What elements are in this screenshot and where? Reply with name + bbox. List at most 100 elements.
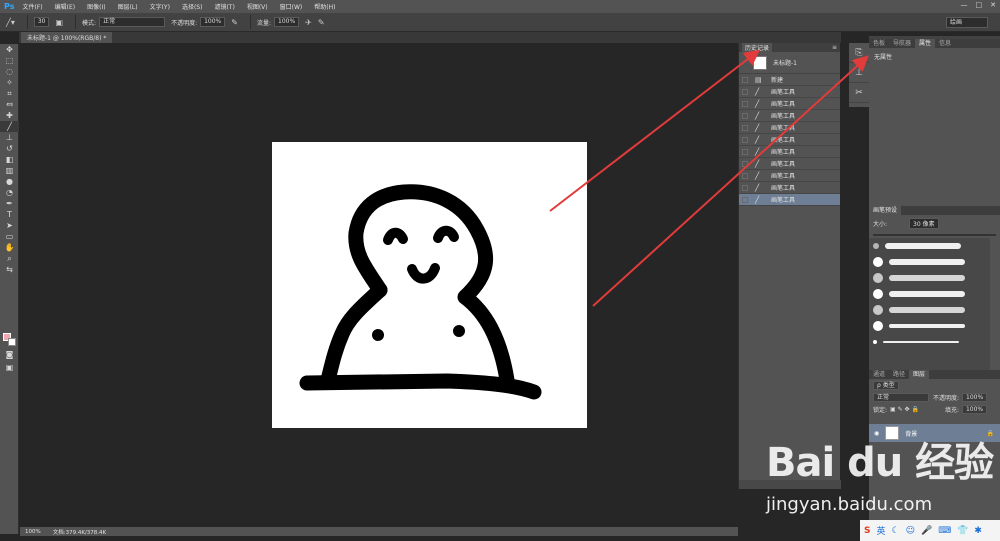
menu-window[interactable]: 窗口(W) [280,2,303,11]
screen-mode-icon[interactable]: ▣ [0,362,19,373]
swap-colors-icon[interactable]: ⇆ [0,264,19,275]
brush-preset[interactable] [869,254,990,270]
history-item-selected[interactable]: ╱ 画笔工具 [739,194,840,206]
workspace-select[interactable]: 绘画 [946,17,988,28]
fill-input[interactable]: 100% [961,404,988,414]
pressure-size-icon[interactable]: ✎ [318,18,325,27]
pen-tool-icon[interactable]: ✒ [0,198,19,209]
layer-filter-select[interactable]: ρ 类型 [873,380,899,390]
brush-panel-toggle-icon[interactable]: ▣ [55,18,63,27]
menu-help[interactable]: 帮助(H) [314,2,335,11]
clone-stamp-tool-icon[interactable]: ⊥ [0,132,19,143]
history-item[interactable]: ╱ 画笔工具 [739,122,840,134]
quick-select-tool-icon[interactable]: ✧ [0,77,19,88]
lock-icons[interactable]: ▣ ✎ ✥ 🔒 [890,406,919,413]
history-item[interactable]: ╱ 画笔工具 [739,182,840,194]
brush-size-slider[interactable] [873,234,996,236]
menu-type[interactable]: 文字(Y) [150,2,170,11]
history-item[interactable]: ╱ 画笔工具 [739,158,840,170]
dodge-tool-icon[interactable]: ◔ [0,187,19,198]
tab-info[interactable]: 信息 [935,39,955,48]
eraser-tool-icon[interactable]: ◧ [0,154,19,165]
tab-channels[interactable]: 通道 [869,370,889,379]
tab-brush-presets[interactable]: 画笔预设 [869,206,902,215]
eyedropper-tool-icon[interactable]: ⤆ [0,99,19,110]
document-tab[interactable]: 未标题-1 @ 100%(RGB/8) * [21,32,113,43]
gradient-tool-icon[interactable]: ▥ [0,165,19,176]
menu-layer[interactable]: 图层(L) [118,2,138,11]
brush-preset[interactable] [869,318,990,334]
opacity-input[interactable]: 100% [200,17,226,27]
close-button[interactable]: ✕ [990,1,996,9]
minimize-button[interactable]: — [961,1,968,9]
emoji-icon[interactable]: ☺ [906,526,915,536]
tool-presets-icon[interactable]: ✂ [849,83,869,103]
brush-size-picker[interactable]: 30 [33,17,50,27]
zoom-tool-icon[interactable]: ⌕ [0,253,19,264]
menu-filter[interactable]: 滤镜(T) [214,2,234,11]
blur-tool-icon[interactable]: ● [0,176,19,187]
history-brush-tool-icon[interactable]: ↺ [0,143,19,154]
keyboard-icon[interactable]: ⌨ [938,526,951,536]
brush-icon: ╱ [755,135,760,144]
crop-tool-icon[interactable]: ⌗ [0,88,19,99]
flow-input[interactable]: 100% [274,17,300,27]
mode-select[interactable]: 正常 [99,17,166,27]
hand-tool-icon[interactable]: ✋ [0,242,19,253]
sogou-ime-icon[interactable]: S [864,526,870,536]
clone-source-icon[interactable]: ⊥ [849,63,869,83]
zoom-level[interactable]: 100% [25,529,41,535]
type-tool-icon[interactable]: T [0,209,19,220]
healing-brush-tool-icon[interactable]: ✚ [0,110,19,121]
tab-swatches[interactable]: 色板 [869,39,889,48]
brush-tool-icon[interactable]: ╱▾ [6,18,15,27]
lasso-tool-icon[interactable]: ◌ [0,66,19,77]
panel-menu-icon[interactable]: ≡ [832,44,837,51]
history-item[interactable]: ╱ 画笔工具 [739,170,840,182]
brush-tool-icon[interactable]: ╱ [0,121,19,132]
tab-navigator[interactable]: 导航器 [889,39,915,48]
settings-icon[interactable]: ✱ [974,526,982,536]
tab-layers[interactable]: 图层 [909,370,930,379]
shape-tool-icon[interactable]: ▭ [0,231,19,242]
maximize-button[interactable]: □ [976,1,983,9]
history-panel-title[interactable]: 历史记录 [742,43,773,52]
menu-edit[interactable]: 编辑(E) [55,2,75,11]
brush-preset[interactable] [869,334,990,350]
quick-mask-icon[interactable]: ◙ [0,349,19,360]
brush-preset[interactable] [869,270,990,286]
layer-opacity-input[interactable]: 100% [962,392,988,402]
marquee-tool-icon[interactable]: ⬚ [0,55,19,66]
pressure-opacity-icon[interactable]: ✎ [231,18,238,27]
move-tool-icon[interactable]: ✥ [0,44,19,55]
history-item[interactable]: ╱ 画笔工具 [739,134,840,146]
tab-paths[interactable]: 路径 [889,370,909,379]
path-select-tool-icon[interactable]: ➤ [0,220,19,231]
airbrush-icon[interactable]: ✈ [305,18,312,27]
mic-icon[interactable]: 🎤 [921,526,932,536]
tab-properties[interactable]: 属性 [915,39,936,48]
history-snapshot[interactable]: 未标题-1 [739,52,840,74]
moon-icon[interactable]: ☾ [892,526,900,536]
shirt-icon[interactable]: 👕 [957,526,968,536]
history-item[interactable]: ▤ 新建 [739,74,840,86]
ime-mode-icon[interactable]: 英 [876,524,885,537]
brush-preset[interactable] [869,238,990,254]
brush-icon: ╱ [755,123,760,132]
history-item[interactable]: ╱ 画笔工具 [739,146,840,158]
brush-preset[interactable] [869,286,990,302]
brush-size-value[interactable]: 30 像素 [909,218,939,229]
background-color-swatch[interactable] [8,338,16,346]
menu-image[interactable]: 图像(I) [87,2,105,11]
menu-file[interactable]: 文件(F) [22,2,42,11]
history-panel-icon[interactable]: ⎘ [849,43,869,63]
menu-view[interactable]: 视图(V) [247,2,268,11]
history-item[interactable]: ╱ 画笔工具 [739,98,840,110]
history-item[interactable]: ╱ 画笔工具 [739,110,840,122]
brush-preset[interactable] [869,302,990,318]
canvas-area[interactable] [20,43,738,527]
menu-select[interactable]: 选择(S) [182,2,203,11]
blend-mode-select[interactable]: 正常 [873,392,929,402]
history-item[interactable]: ╱ 画笔工具 [739,86,840,98]
document-canvas[interactable] [272,142,587,428]
